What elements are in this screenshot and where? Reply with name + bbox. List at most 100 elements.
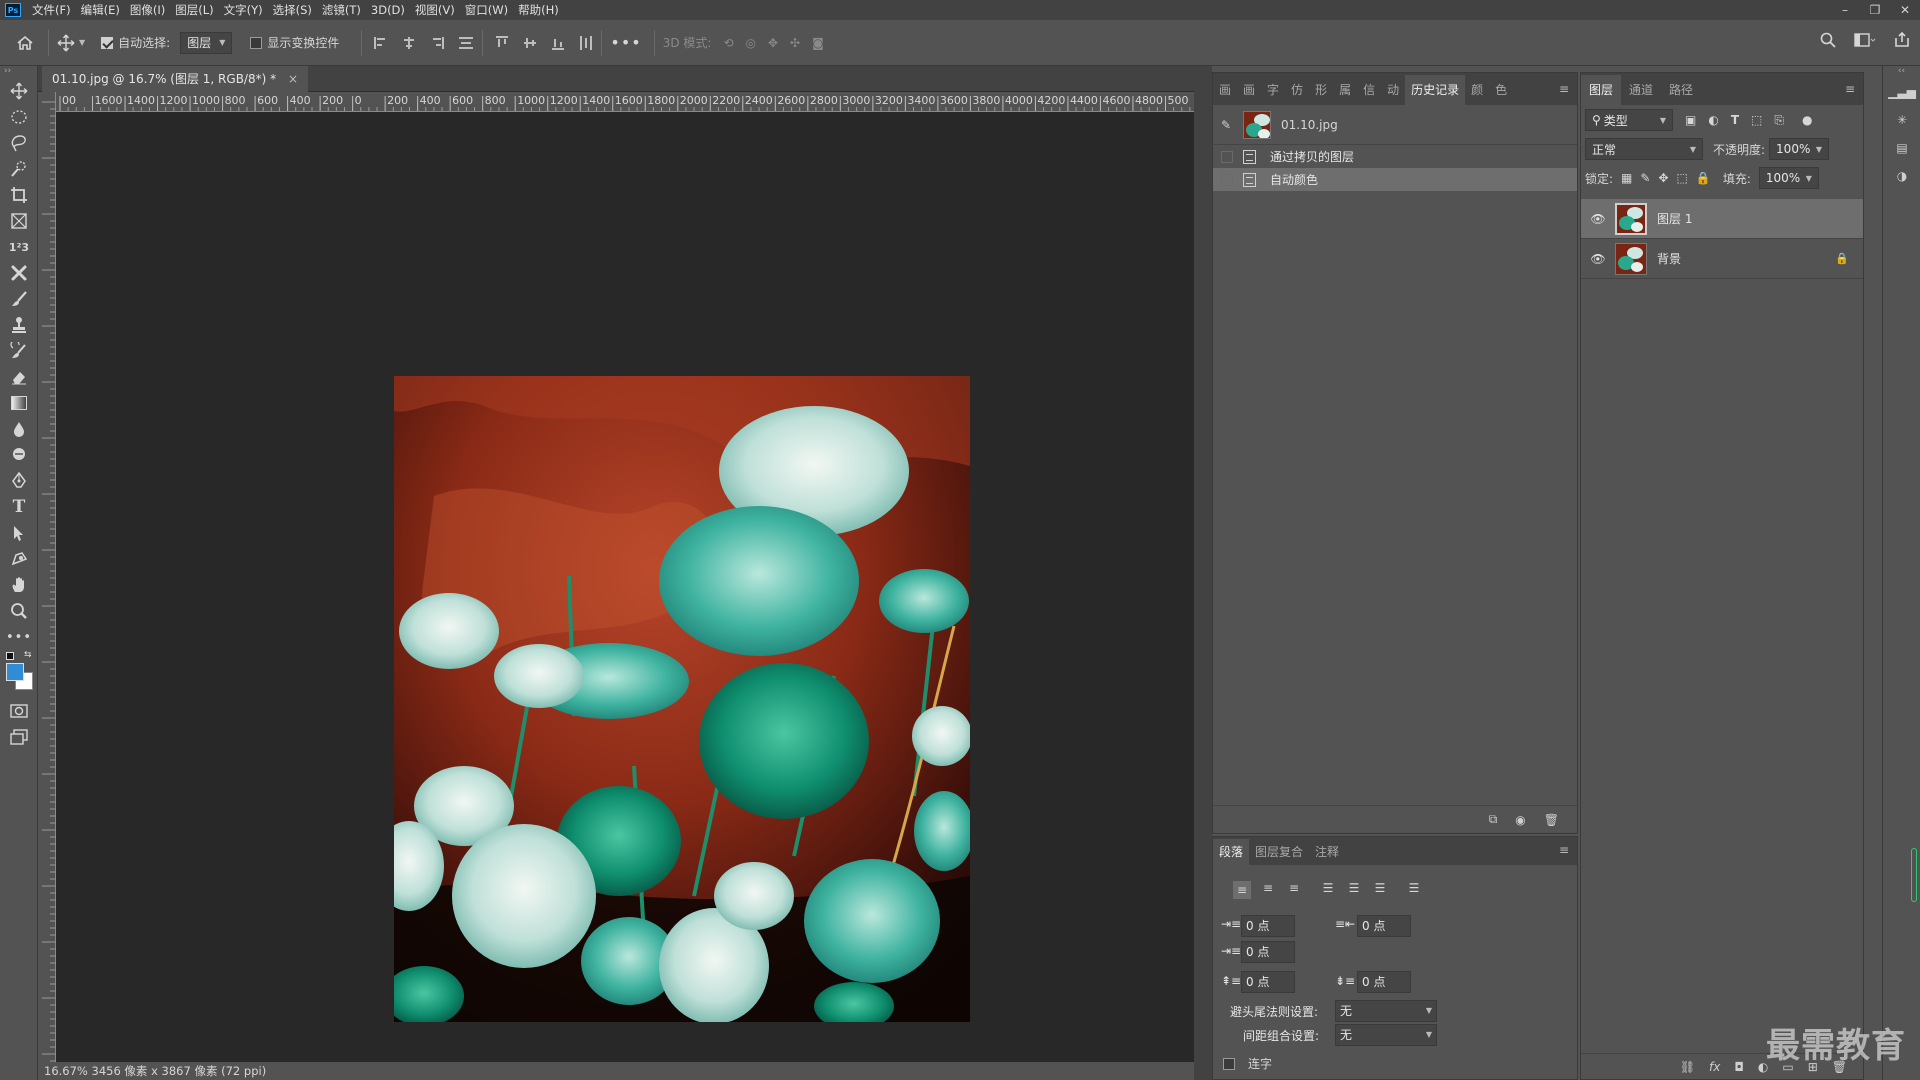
auto-select-checkbox[interactable]	[101, 36, 114, 49]
close-tab-icon[interactable]: ×	[288, 72, 298, 86]
justify-last-center-icon[interactable]: ☰	[1345, 881, 1363, 899]
align-top-icon[interactable]	[495, 35, 509, 50]
path-select-tool[interactable]	[0, 520, 38, 546]
history-source-box[interactable]	[1221, 173, 1233, 186]
screen-mode-button[interactable]	[0, 724, 38, 750]
align-bottom-icon[interactable]	[551, 36, 565, 50]
move-tool-preset[interactable]: ▼	[57, 20, 85, 66]
3d-roll-icon[interactable]: ◎	[746, 36, 756, 50]
workspace-icon[interactable]	[1854, 33, 1876, 47]
3d-pan-icon[interactable]: ✥	[768, 36, 778, 50]
align-left-text-icon[interactable]: ≡	[1233, 881, 1251, 899]
tab-notes[interactable]: 注释	[1309, 839, 1345, 865]
menu-window[interactable]: 窗口(W)	[460, 0, 513, 20]
menu-help[interactable]: 帮助(H)	[513, 0, 564, 20]
tab-actions[interactable]: 动	[1381, 75, 1405, 105]
blend-mode-dropdown[interactable]: 正常 ▼	[1585, 138, 1703, 160]
brush-tool[interactable]	[0, 286, 38, 312]
tab-brush-settings[interactable]: 画	[1237, 75, 1261, 105]
tab-info[interactable]: 信	[1357, 75, 1381, 105]
camera-snapshot-icon[interactable]: ◉	[1515, 813, 1525, 827]
indent-left-field[interactable]: 0 点	[1241, 915, 1295, 937]
tab-swatches[interactable]: 色	[1489, 75, 1513, 105]
opacity-field[interactable]: 100% ▼	[1769, 138, 1830, 160]
trash-icon[interactable]: 🗑	[1544, 813, 1559, 827]
scroll-indicator[interactable]	[1911, 848, 1917, 902]
blur-tool[interactable]	[0, 416, 38, 442]
distribute-horizontal-icon[interactable]	[579, 35, 593, 51]
new-document-from-state-icon[interactable]: ⧉	[1489, 812, 1498, 827]
tab-paths[interactable]: 路径	[1661, 75, 1701, 105]
pen-tool[interactable]	[0, 468, 38, 494]
filter-pixel-icon[interactable]: ▣	[1685, 113, 1696, 127]
layer-row[interactable]: 👁 背景 🔒	[1581, 239, 1863, 279]
layer-row[interactable]: 👁 图层 1	[1581, 199, 1863, 239]
libraries-button[interactable]: ▤	[1883, 134, 1920, 162]
align-center-text-icon[interactable]: ≡	[1259, 881, 1277, 899]
menu-select[interactable]: 选择(S)	[268, 0, 317, 20]
custom-shape-tool[interactable]	[0, 546, 38, 572]
collapse-arrows-icon[interactable]: ››	[0, 66, 37, 78]
tab-channels[interactable]: 通道	[1621, 75, 1661, 105]
auto-select-toggle[interactable]: 自动选择:	[101, 20, 170, 66]
align-right-text-icon[interactable]: ≡	[1285, 881, 1303, 899]
gradient-tool[interactable]	[0, 390, 38, 416]
show-transform-checkbox[interactable]	[250, 36, 263, 49]
menu-file[interactable]: 文件(F)	[27, 0, 76, 20]
history-brush-tool[interactable]	[0, 338, 38, 364]
menu-view[interactable]: 视图(V)	[410, 0, 460, 20]
tab-brush[interactable]: 画	[1213, 75, 1237, 105]
menu-image[interactable]: 图像(I)	[125, 0, 170, 20]
lock-icon[interactable]: 🔒	[1835, 252, 1849, 265]
lock-transparent-icon[interactable]: ▦	[1621, 171, 1632, 185]
tab-color[interactable]: 颜	[1465, 75, 1489, 105]
history-state-selected[interactable]: 自动颜色	[1213, 168, 1577, 191]
home-button[interactable]	[16, 20, 34, 66]
navigator-button[interactable]: ✳	[1883, 106, 1920, 134]
lock-artboard-icon[interactable]: ⬚	[1677, 171, 1688, 185]
kinsoku-dropdown[interactable]: 无 ▼	[1335, 1000, 1437, 1022]
filter-adjustment-icon[interactable]: ◐	[1708, 113, 1718, 127]
filter-type-icon[interactable]: T	[1731, 113, 1739, 127]
quick-mask-button[interactable]	[0, 698, 38, 724]
indent-right-field[interactable]: 0 点	[1357, 915, 1411, 937]
document-tab[interactable]: 01.10.jpg @ 16.7% (图层 1, RGB/8*) * ×	[42, 66, 308, 92]
hyphenate-checkbox[interactable]	[1223, 1057, 1235, 1070]
minimize-button[interactable]: –	[1830, 0, 1860, 20]
histogram-button[interactable]: ▁▃▅	[1883, 78, 1920, 106]
move-tool[interactable]	[0, 78, 38, 104]
link-layers-icon[interactable]: ⛓	[1680, 1060, 1695, 1074]
justify-all-icon[interactable]: ☰	[1405, 881, 1423, 899]
tab-shapes[interactable]: 形	[1309, 75, 1333, 105]
edit-toolbar-button[interactable]: •••	[0, 624, 38, 650]
lasso-tool[interactable]	[0, 130, 38, 156]
layer-filter-kind-dropdown[interactable]: ⚲ 类型 ▼	[1585, 109, 1673, 131]
menu-filter[interactable]: 滤镜(T)	[317, 0, 366, 20]
healing-tool[interactable]	[0, 260, 38, 286]
close-window-button[interactable]: ✕	[1890, 0, 1920, 20]
3d-orbit-icon[interactable]: ⟲	[723, 36, 733, 50]
align-left-icon[interactable]	[374, 36, 388, 50]
hand-tool[interactable]	[0, 572, 38, 598]
tab-character[interactable]: 字	[1261, 75, 1285, 105]
lock-position-icon[interactable]: ✥	[1658, 171, 1668, 185]
align-vcenter-icon[interactable]	[523, 36, 537, 50]
menu-layer[interactable]: 图层(L)	[170, 0, 218, 20]
restore-button[interactable]: ❐	[1860, 0, 1890, 20]
tab-layers[interactable]: 图层	[1581, 75, 1622, 105]
menu-type[interactable]: 文字(Y)	[219, 0, 268, 20]
count-tool[interactable]: 1²3	[0, 234, 38, 260]
history-state[interactable]: 通过拷贝的图层	[1213, 145, 1577, 168]
space-after-field[interactable]: 0 点	[1357, 971, 1411, 993]
justify-last-left-icon[interactable]: ☰	[1319, 881, 1337, 899]
history-brush-source-icon[interactable]: ✎	[1221, 118, 1235, 132]
hyphenate-toggle[interactable]: 连字	[1223, 1055, 1272, 1072]
indent-first-line-field[interactable]: 0 点	[1241, 941, 1295, 963]
visibility-eye-icon[interactable]: 👁	[1589, 252, 1607, 266]
menu-edit[interactable]: 编辑(E)	[76, 0, 125, 20]
history-source-box[interactable]	[1221, 150, 1233, 163]
stamp-tool[interactable]	[0, 312, 38, 338]
panel-menu-icon[interactable]: ≡	[1559, 82, 1569, 96]
eraser-tool[interactable]	[0, 364, 38, 390]
distribute-vertical-icon[interactable]	[458, 36, 474, 50]
